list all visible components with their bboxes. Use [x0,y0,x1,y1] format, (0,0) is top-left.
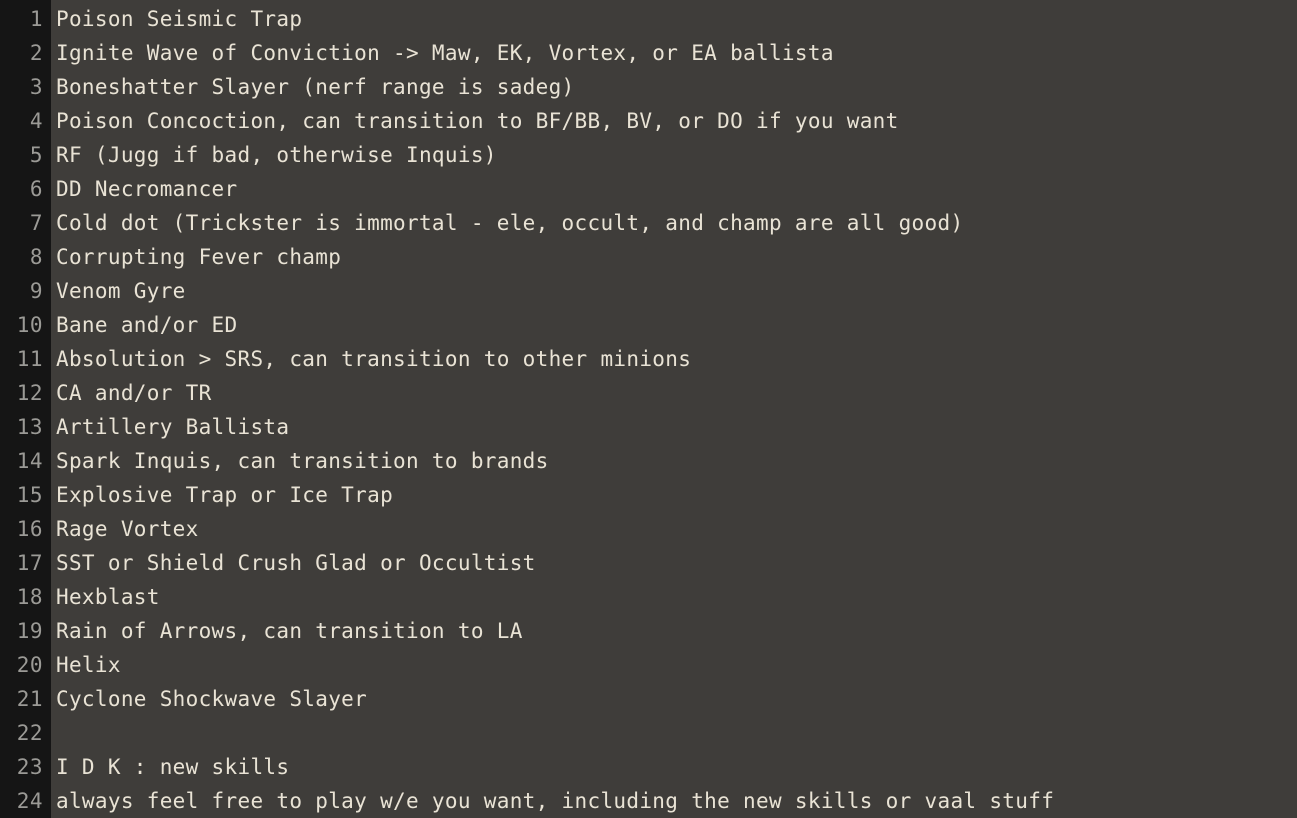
line-number: 23 [16,755,43,779]
line-text: CA and/or TR [56,381,212,405]
line-number: 22 [16,721,43,745]
line-number: 10 [16,313,43,337]
line-number: 7 [29,211,43,235]
line-text: I D K : new skills [56,755,290,779]
code-line[interactable]: 9 Venom Gyre [0,274,1297,308]
line-text: RF (Jugg if bad, otherwise Inquis) [56,143,497,167]
code-line[interactable]: 13 Artillery Ballista [0,410,1297,444]
line-number: 17 [16,551,43,575]
line-text: Artillery Ballista [56,415,290,439]
line-text: Explosive Trap or Ice Trap [56,483,394,507]
code-line[interactable]: 6 DD Necromancer [0,172,1297,206]
line-number: 16 [16,517,43,541]
line-number: 8 [29,245,43,269]
line-number: 19 [16,619,43,643]
line-text: Venom Gyre [56,279,186,303]
line-text: Poison Seismic Trap [56,7,303,31]
line-number: 9 [29,279,43,303]
code-line[interactable]: 8 Corrupting Fever champ [0,240,1297,274]
line-text: Corrupting Fever champ [56,245,342,269]
line-number: 20 [16,653,43,677]
line-text: Ignite Wave of Conviction -> Maw, EK, Vo… [56,41,834,65]
line-text: Rage Vortex [56,517,199,541]
line-text: always feel free to play w/e you want, i… [56,789,1055,813]
line-number: 6 [29,177,43,201]
code-line[interactable]: 7 Cold dot (Trickster is immortal - ele, … [0,206,1297,240]
line-number: 4 [29,109,43,133]
code-line[interactable]: 14 Spark Inquis, can transition to brands [0,444,1297,478]
code-line[interactable]: 23 I D K : new skills [0,750,1297,784]
line-text: SST or Shield Crush Glad or Occultist [56,551,536,575]
line-number: 21 [16,687,43,711]
code-line[interactable]: 16 Rage Vortex [0,512,1297,546]
line-number: 2 [29,41,43,65]
text-editor[interactable]: 1 Poison Seismic Trap 2 Ignite Wave of Conv… [0,0,1297,818]
code-line[interactable]: 3 Boneshatter Slayer (nerf range is sadeg… [0,70,1297,104]
code-line[interactable]: 2 Ignite Wave of Conviction -> Maw, EK, V… [0,36,1297,70]
code-content-area[interactable]: 1 Poison Seismic Trap 2 Ignite Wave of Conv… [0,0,1297,818]
line-text: DD Necromancer [56,177,238,201]
line-text: Rain of Arrows, can transition to LA [56,619,523,643]
line-number: 3 [29,75,43,99]
line-text: Spark Inquis, can transition to brands [56,449,549,473]
line-number: 5 [29,143,43,167]
code-line[interactable]: 19 Rain of Arrows, can transition to LA [0,614,1297,648]
code-line[interactable]: 10 Bane and/or ED [0,308,1297,342]
line-text: Absolution > SRS, can transition to othe… [56,347,692,371]
line-number: 11 [16,347,43,371]
code-line[interactable]: 18 Hexblast [0,580,1297,614]
line-number: 12 [16,381,43,405]
code-line[interactable]: 12 CA and/or TR [0,376,1297,410]
line-text: Cold dot (Trickster is immortal - ele, o… [56,211,964,235]
code-line[interactable]: 1 Poison Seismic Trap [0,2,1297,36]
line-text: Hexblast [56,585,160,609]
line-number: 15 [16,483,43,507]
code-line[interactable]: 20 Helix [0,648,1297,682]
line-number: 13 [16,415,43,439]
line-text: Cyclone Shockwave Slayer [56,687,368,711]
code-line[interactable]: 17 SST or Shield Crush Glad or Occultist [0,546,1297,580]
code-line[interactable]: 11 Absolution > SRS, can transition to ot… [0,342,1297,376]
line-text: Bane and/or ED [56,313,238,337]
line-text: Boneshatter Slayer (nerf range is sadeg) [56,75,575,99]
code-line[interactable]: 15 Explosive Trap or Ice Trap [0,478,1297,512]
code-line[interactable]: 22 [0,716,1297,750]
code-line[interactable]: 24 always feel free to play w/e you want,… [0,784,1297,818]
line-number: 1 [29,7,43,31]
line-number: 18 [16,585,43,609]
code-line[interactable]: 5 RF (Jugg if bad, otherwise Inquis) [0,138,1297,172]
line-number: 14 [16,449,43,473]
line-number: 24 [16,789,43,813]
code-line[interactable]: 4 Poison Concoction, can transition to BF… [0,104,1297,138]
code-line[interactable]: 21 Cyclone Shockwave Slayer [0,682,1297,716]
line-text: Poison Concoction, can transition to BF/… [56,109,899,133]
line-text: Helix [56,653,121,677]
